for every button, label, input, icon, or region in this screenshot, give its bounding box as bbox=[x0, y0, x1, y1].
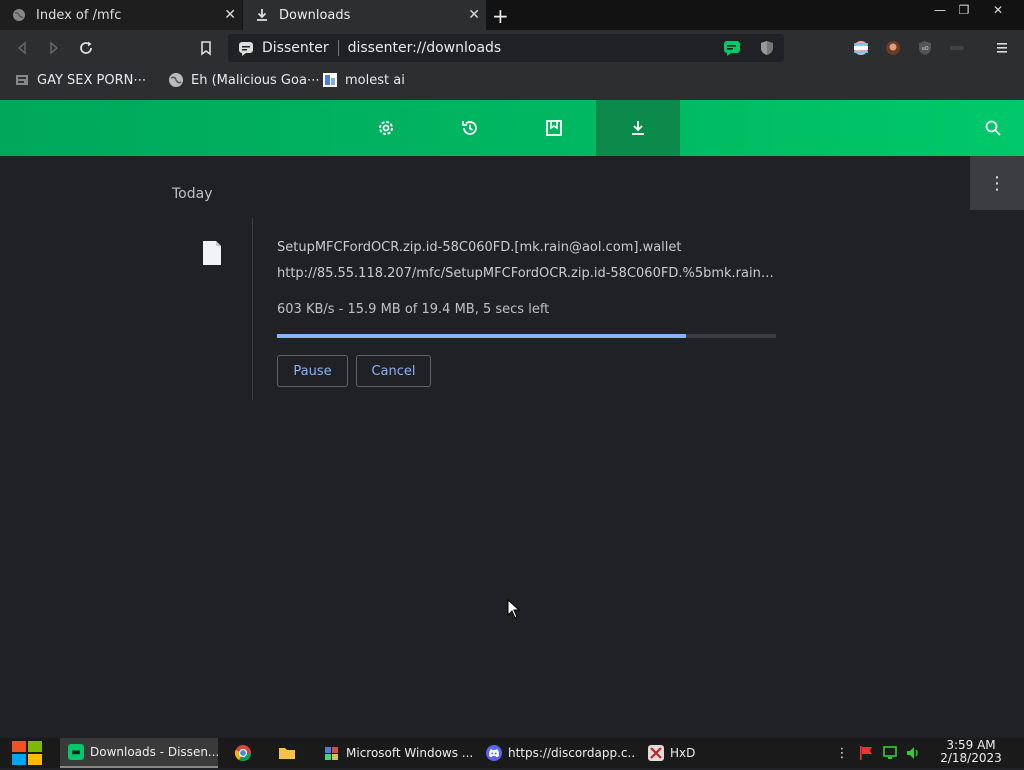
minimize-button[interactable]: — bbox=[929, 0, 951, 20]
taskbar-clock[interactable]: 3:59 AM 2/18/2023 bbox=[936, 739, 1006, 765]
downloads-nav-button[interactable] bbox=[596, 100, 680, 156]
taskbar-item-downloads[interactable]: ▬ Downloads - Dissen... bbox=[60, 738, 218, 768]
extension-flag-icon[interactable] bbox=[851, 38, 871, 58]
taskbar-label: https://discordapp.c... bbox=[508, 746, 634, 760]
globe-icon bbox=[13, 9, 25, 21]
tab-title: Index of /mfc bbox=[36, 7, 122, 23]
taskbar-label: Microsoft Windows ... bbox=[346, 746, 472, 760]
bookmark-item[interactable]: molest ai bbox=[322, 72, 405, 88]
download-icon bbox=[632, 121, 644, 135]
taskbar-item-chrome[interactable] bbox=[226, 738, 262, 768]
shield-icon[interactable] bbox=[757, 38, 777, 58]
bookmark-icon[interactable] bbox=[196, 38, 216, 58]
restore-button[interactable]: ❐ bbox=[953, 0, 975, 20]
downloads-header bbox=[0, 100, 1024, 156]
dissenter-icon: ▬ bbox=[68, 744, 84, 760]
bookmarks-icon bbox=[546, 120, 562, 136]
windows-logo-icon bbox=[12, 741, 42, 765]
app-icon bbox=[324, 745, 340, 761]
address-bar[interactable]: Dissenter dissenter://downloads bbox=[228, 34, 784, 62]
close-tab-icon[interactable]: ✕ bbox=[224, 7, 236, 23]
folder-icon bbox=[279, 748, 295, 759]
taskbar-item-explorer[interactable] bbox=[270, 738, 306, 768]
flag-icon[interactable] bbox=[858, 745, 874, 761]
cancel-button[interactable]: Cancel bbox=[356, 355, 431, 387]
bookmarks-bar: GAY SEX PORN⋯ Eh (Malicious Goa⋯ molest … bbox=[0, 66, 1024, 100]
taskbar-item-hxd[interactable]: HxD bbox=[640, 738, 730, 768]
url-text[interactable]: dissenter://downloads bbox=[348, 40, 502, 56]
taskbar-label: HxD bbox=[670, 746, 696, 760]
settings-nav-button[interactable] bbox=[344, 100, 428, 156]
extension-avatar-icon[interactable] bbox=[883, 38, 903, 58]
dissenter-comment-icon[interactable] bbox=[722, 38, 742, 58]
bookmark-page-icon bbox=[14, 72, 30, 88]
window-close-button[interactable]: ✕ bbox=[987, 0, 1009, 20]
bookmark-label: molest ai bbox=[345, 72, 405, 88]
bookmark-item[interactable]: Eh (Malicious Goa⋯ bbox=[168, 72, 320, 88]
tab-title: Downloads bbox=[279, 7, 351, 23]
more-actions-button[interactable]: ⋮ bbox=[970, 156, 1024, 210]
more-vert-icon: ⋮ bbox=[988, 172, 1006, 194]
download-progress-bar bbox=[277, 334, 776, 338]
search-button[interactable] bbox=[952, 100, 1024, 156]
tab-index-of-mfc[interactable]: Index of /mfc ✕ bbox=[0, 0, 242, 30]
download-icon bbox=[257, 9, 267, 21]
tab-strip: Index of /mfc ✕ Downloads ✕ + — ❐ ✕ bbox=[0, 0, 1024, 30]
taskbar-label: Downloads - Dissen... bbox=[90, 745, 218, 759]
file-icon bbox=[202, 240, 222, 266]
download-filename[interactable]: SetupMFCFordOCR.zip.id-58C060FD.[mk.rain… bbox=[277, 240, 682, 255]
dissenter-logo-icon bbox=[239, 42, 253, 56]
ublock-icon[interactable]: uO bbox=[915, 38, 935, 58]
pause-button[interactable]: Pause bbox=[277, 355, 348, 387]
tray-overflow-icon[interactable]: ⋮ bbox=[834, 745, 850, 761]
close-tab-icon[interactable]: ✕ bbox=[468, 7, 480, 23]
new-tab-button[interactable]: + bbox=[492, 4, 509, 28]
back-icon[interactable] bbox=[12, 38, 32, 58]
globe-icon bbox=[168, 72, 184, 88]
site-identity: Dissenter bbox=[238, 40, 329, 56]
taskbar: ▬ Downloads - Dissen... Microsoft Window… bbox=[0, 738, 1024, 768]
omnibox-divider bbox=[337, 40, 339, 56]
bookmark-label: Eh (Malicious Goa⋯ bbox=[191, 72, 320, 88]
extension-disabled-icon[interactable] bbox=[947, 38, 967, 58]
menu-icon[interactable] bbox=[992, 38, 1012, 58]
volume-icon[interactable] bbox=[905, 745, 921, 761]
site-name: Dissenter bbox=[262, 40, 329, 56]
history-nav-button[interactable] bbox=[428, 100, 512, 156]
forward-icon[interactable] bbox=[44, 38, 64, 58]
bookmark-label: GAY SEX PORN⋯ bbox=[37, 72, 147, 88]
bookmark-item[interactable]: GAY SEX PORN⋯ bbox=[14, 72, 146, 88]
hxd-icon bbox=[648, 745, 664, 761]
tab-downloads[interactable]: Downloads ✕ bbox=[243, 0, 486, 30]
taskbar-item-microsoft-windows[interactable]: Microsoft Windows ... bbox=[316, 738, 472, 768]
chrome-icon bbox=[234, 745, 252, 762]
reload-icon[interactable] bbox=[76, 38, 96, 58]
taskbar-item-discord[interactable]: https://discordapp.c... bbox=[478, 738, 634, 768]
section-title-today: Today bbox=[172, 186, 213, 202]
history-icon bbox=[462, 121, 477, 135]
search-icon bbox=[985, 120, 1001, 136]
bookmark-image-icon bbox=[322, 72, 338, 88]
download-url[interactable]: http://85.55.118.207/mfc/SetupMFCFordOCR… bbox=[277, 266, 777, 281]
svg-text:uO: uO bbox=[921, 46, 928, 52]
download-progress-fill bbox=[277, 334, 687, 338]
gear-icon bbox=[379, 121, 393, 135]
download-status: 603 KB/s - 15.9 MB of 19.4 MB, 5 secs le… bbox=[277, 302, 550, 317]
mouse-cursor-icon bbox=[507, 598, 521, 623]
clock-date: 2/18/2023 bbox=[940, 751, 1002, 765]
bookmarks-nav-button[interactable] bbox=[512, 100, 596, 156]
network-icon[interactable] bbox=[882, 745, 898, 761]
start-button[interactable] bbox=[10, 740, 44, 766]
discord-icon bbox=[486, 745, 502, 761]
